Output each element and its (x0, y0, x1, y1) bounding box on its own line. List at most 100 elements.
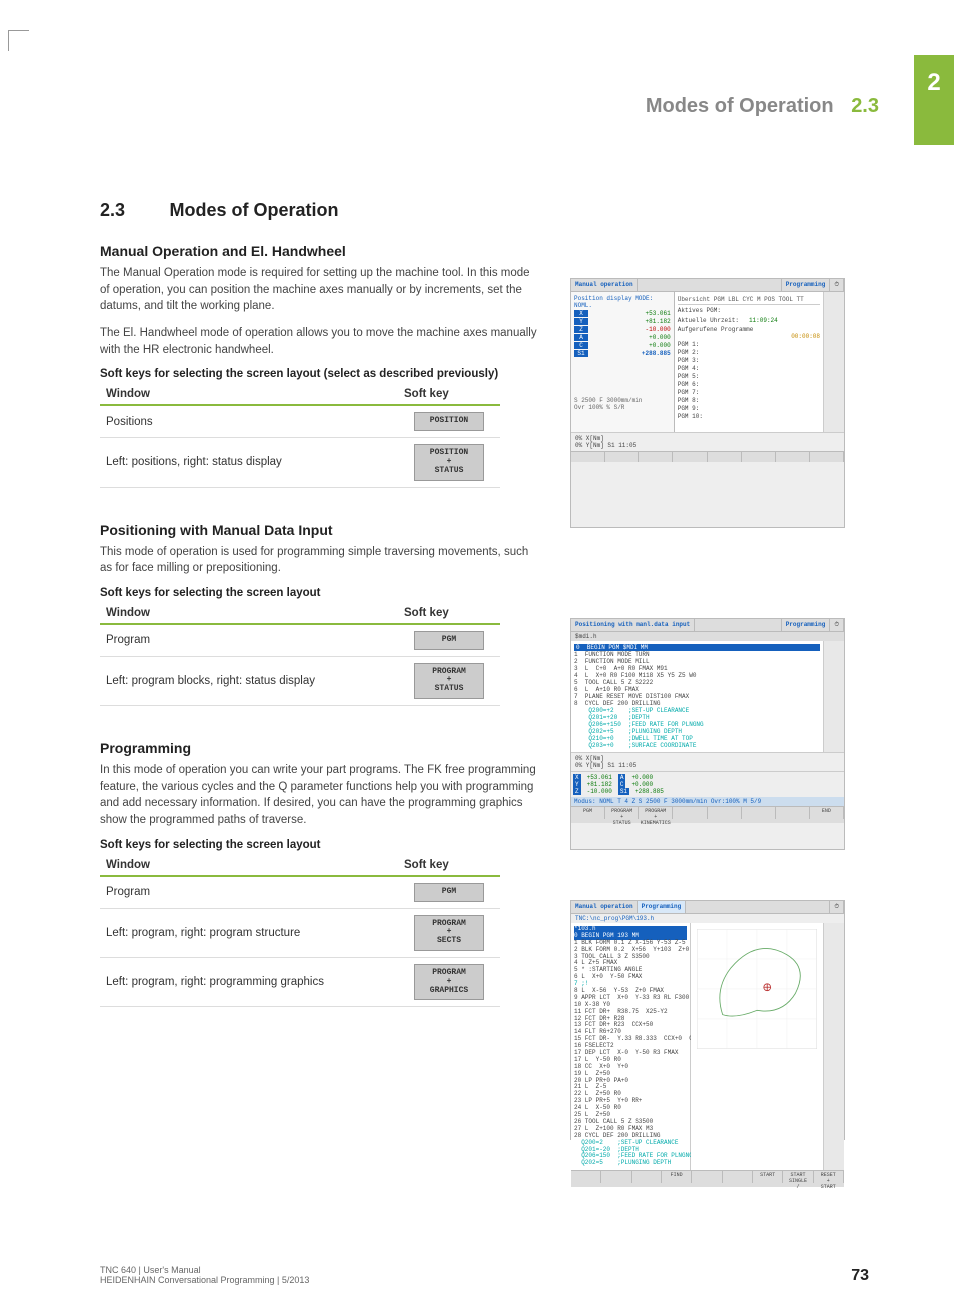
ss3-path: TNC:\nc_prog\PGM\193.h (571, 914, 844, 923)
ss2-file: $mdi.h (571, 632, 844, 641)
sk-heading-prog: Soft keys for selecting the screen layou… (100, 839, 540, 851)
th-softkey: Soft key (398, 855, 500, 876)
th-window: Window (100, 384, 398, 405)
heading-manual: Manual Operation and El. Handwheel (100, 243, 540, 259)
ss1-title-left: Manual operation (571, 279, 638, 291)
section-heading: 2.3 Modes of Operation (100, 200, 540, 221)
heading-prog: Programming (100, 740, 540, 756)
section-title: Modes of Operation (169, 200, 338, 220)
sk-heading-mdi: Soft keys for selecting the screen layou… (100, 587, 540, 599)
banner-title: Modes of Operation (646, 95, 834, 117)
ss1-feed: S 2500 F 3000mm/min (574, 397, 671, 404)
ss1-sidebar (823, 292, 844, 432)
ss1-tabs: Übersicht PGM LBL CYC M POS TOOL TT (678, 295, 820, 305)
ss2-program-listing: 0 BEGIN PGM $MDI MM1 FUNCTION MODE TURN2… (571, 641, 823, 752)
ss2-title-left: Positioning with manl.data input (571, 619, 695, 631)
sk-heading-manual: Soft keys for selecting the screen layou… (100, 368, 540, 380)
ss2-titlebar: Positioning with manl.data input Program… (571, 619, 844, 632)
softkey-pgm[interactable]: PGM (414, 883, 484, 902)
ss1-status-bar: 0% X[Nm] 0% Y[Nm] S1 11:05 (571, 432, 844, 451)
ss1-aktives-pgm: Aktives PGM: (678, 307, 820, 314)
ss2-sidebar (823, 641, 844, 752)
ss1-pgm-list: PGM 1:PGM 2:PGM 3:PGM 4:PGM 5:PGM 6:PGM … (678, 340, 820, 420)
softkey-table-mdi: Window Soft key Program PGM Left: progra… (100, 603, 500, 706)
ss1-status2: 0% Y[Nm] S1 11:05 (575, 442, 840, 449)
cell-window: Program (100, 876, 398, 908)
ss1-uhrzeit: 11:09:24 (749, 317, 778, 324)
footer-line1: TNC 640 | User's Manual (100, 1265, 309, 1275)
ss2-bottom-status: Modus: NOML T 4 Z S 2500 F 3000mm/min Ov… (571, 797, 844, 806)
screenshot-manual-operation: Manual operation Programming ⏱ Position … (570, 278, 845, 528)
footer-line2: HEIDENHAIN Conversational Programming | … (100, 1275, 309, 1285)
page-number: 73 (851, 1267, 869, 1285)
main-content: 2.3 Modes of Operation Manual Operation … (100, 200, 540, 1007)
ss3-titlebar: Manual operation Programming ⏱ (571, 901, 844, 914)
th-softkey: Soft key (398, 384, 500, 405)
clock-icon: ⏱ (830, 901, 844, 913)
ss3-title-right: Programming (638, 901, 687, 913)
screenshot-mdi: Positioning with manl.data input Program… (570, 618, 845, 850)
ss1-status1: 0% X[Nm] (575, 435, 840, 442)
cell-window: Program (100, 624, 398, 656)
ss3-toolpath-graphic (697, 929, 817, 1049)
ss2-status1: 0% X[Nm] (575, 755, 840, 762)
ss2-positions: X+53.061A+0.000Y+81.182C+0.000Z-10.000S1… (571, 771, 844, 797)
ss3-graphics-panel (691, 923, 823, 1170)
ss1-uhrzeit-label: Aktuelle Uhrzeit: (678, 317, 739, 324)
ss1-title-right: Programming (782, 279, 831, 291)
table-row: Left: program, right: programming graphi… (100, 957, 500, 1006)
banner-number: 2.3 (851, 95, 879, 117)
table-row: Left: program, right: program structure … (100, 908, 500, 957)
clock-icon: ⏱ (830, 619, 844, 631)
para-manual-2: The El. Handwheel mode of operation allo… (100, 325, 540, 358)
ss3-program-listing: *103.h0 BEGIN PGM 193 MM1 BLK FORM 0.1 Z… (571, 923, 691, 1170)
chapter-tab: 2 (914, 55, 954, 145)
section-number: 2.3 (100, 200, 125, 220)
th-softkey: Soft key (398, 603, 500, 624)
softkey-program-sects[interactable]: PROGRAM + SECTS (414, 915, 484, 951)
cell-window: Positions (100, 405, 398, 437)
table-row: Positions POSITION (100, 405, 500, 437)
crop-mark (8, 30, 29, 51)
section-banner: Modes of Operation 2.3 (646, 95, 879, 118)
table-row: Left: positions, right: status display P… (100, 438, 500, 487)
softkey-pgm[interactable]: PGM (414, 631, 484, 650)
softkey-table-manual: Window Soft key Positions POSITION Left:… (100, 384, 500, 487)
cell-window: Left: program, right: programming graphi… (100, 957, 398, 1006)
softkey-position-status[interactable]: POSITION + STATUS (414, 444, 484, 480)
ss1-overview-panel: Übersicht PGM LBL CYC M POS TOOL TT Akti… (675, 292, 823, 432)
table-row: Program PGM (100, 624, 500, 656)
para-prog: In this mode of operation you can write … (100, 762, 540, 829)
footer: TNC 640 | User's Manual HEIDENHAIN Conve… (100, 1265, 309, 1285)
ss2-title-right: Programming (782, 619, 831, 631)
cell-window: Left: program blocks, right: status disp… (100, 656, 398, 705)
ss1-titlebar: Manual operation Programming ⏱ (571, 279, 844, 292)
para-mdi: This mode of operation is used for progr… (100, 544, 540, 577)
heading-mdi: Positioning with Manual Data Input (100, 522, 540, 538)
th-window: Window (100, 855, 398, 876)
para-manual-1: The Manual Operation mode is required fo… (100, 265, 540, 315)
ss1-softkey-row (571, 451, 844, 462)
softkey-program-status[interactable]: PROGRAM + STATUS (414, 663, 484, 699)
th-window: Window (100, 603, 398, 624)
cell-window: Left: positions, right: status display (100, 438, 398, 487)
softkey-position[interactable]: POSITION (414, 412, 484, 431)
clock-icon: ⏱ (830, 279, 844, 291)
softkey-program-graphics[interactable]: PROGRAM + GRAPHICS (414, 964, 484, 1000)
ss2-status2: 0% Y[Nm] S1 11:05 (575, 762, 840, 769)
table-row: Program PGM (100, 876, 500, 908)
screenshot-programming: Manual operation Programming ⏱ TNC:\nc_p… (570, 900, 845, 1140)
ss1-timer: 00:00:08 (678, 333, 820, 340)
ss1-ovr: Ovr 100% % S/R (574, 404, 671, 411)
ss3-softkey-row: FINDSTARTSTART SINGLE /RESET + START (571, 1170, 844, 1187)
cell-window: Left: program, right: program structure (100, 908, 398, 957)
ss2-softkey-row: PGMPROGRAM + STATUSPROGRAM + KINEMATICSE… (571, 806, 844, 823)
ss1-pos-mode: Position display MODE: NOML. (574, 295, 671, 309)
ss1-positions-panel: Position display MODE: NOML. X+53.061Y+8… (571, 292, 675, 432)
ss2-status: 0% X[Nm] 0% Y[Nm] S1 11:05 (571, 752, 844, 771)
table-row: Left: program blocks, right: status disp… (100, 656, 500, 705)
softkey-table-prog: Window Soft key Program PGM Left: progra… (100, 855, 500, 1008)
ss3-title-left: Manual operation (571, 901, 638, 913)
ss3-sidebar (823, 923, 844, 1170)
ss1-called-programs-label: Aufgerufene Programme (678, 326, 820, 333)
